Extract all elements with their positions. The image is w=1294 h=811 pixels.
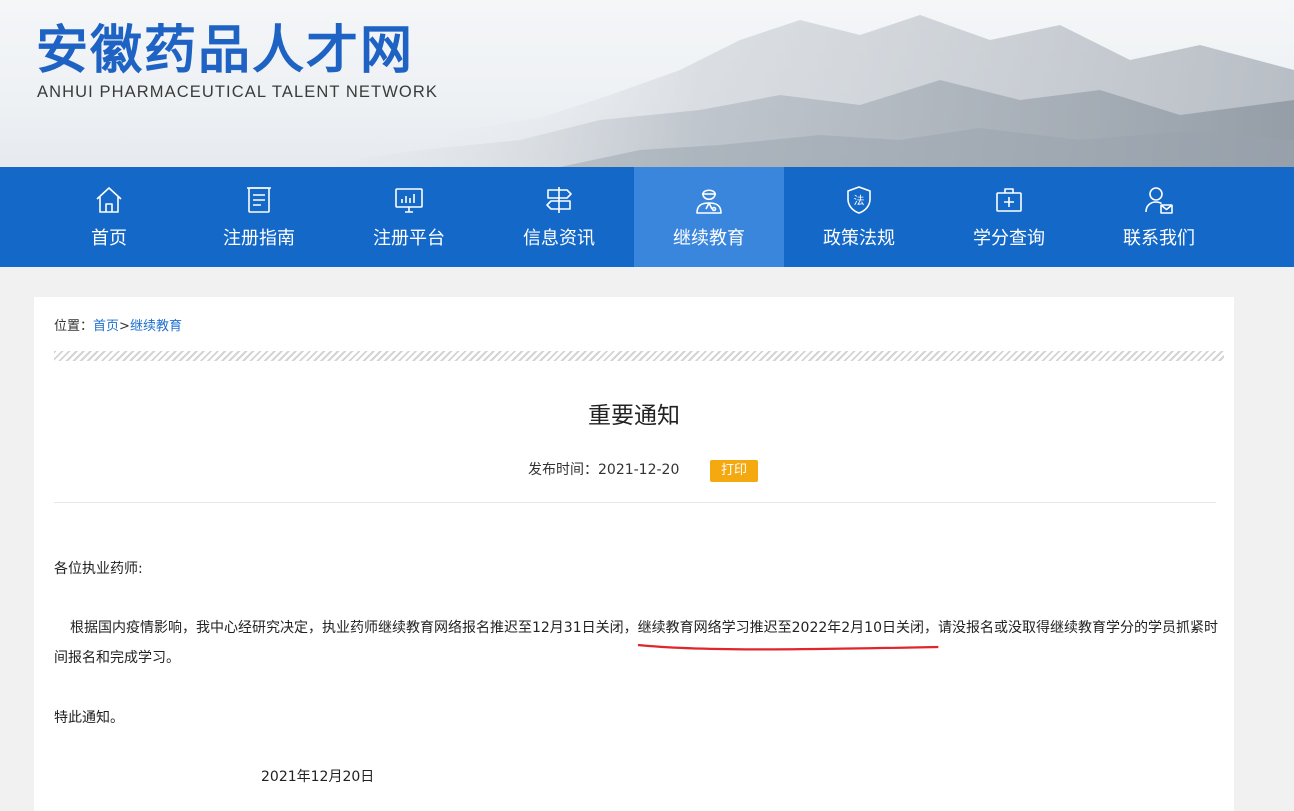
nav-item-credit-query[interactable]: 学分查询 [934, 167, 1084, 267]
nav-label: 政策法规 [823, 228, 895, 249]
nav-label: 联系我们 [1123, 228, 1195, 249]
nav-item-contact[interactable]: 联系我们 [1084, 167, 1234, 267]
site-header: 安徽药品人才网 ANHUI PHARMACEUTICAL TALENT NETW… [0, 0, 1294, 167]
nav-item-register-guide[interactable]: 注册指南 [184, 167, 334, 267]
nav-label: 信息资讯 [523, 228, 595, 249]
nav-item-policy[interactable]: 法 政策法规 [784, 167, 934, 267]
main-nav: 首页 注册指南 注册平台 信息资讯 继续教育 法 政策法规 学分查询 联系我们 [0, 167, 1294, 267]
body-highlight: 继续教育网络学习推迟至2022年2月10日关闭， [638, 620, 938, 636]
print-button[interactable]: 打印 [710, 460, 758, 482]
nav-label: 注册指南 [223, 228, 295, 249]
site-logo-title[interactable]: 安徽药品人才网 [36, 20, 414, 82]
article-closing: 特此通知。 [54, 710, 124, 726]
article-body: 根据国内疫情影响，我中心经研究决定，执业药师继续教育网络报名推迟至12月31日关… [54, 613, 1218, 673]
home-icon [93, 184, 125, 216]
meta-divider [54, 502, 1216, 503]
site-logo-subtitle: ANHUI PHARMACEUTICAL TALENT NETWORK [37, 83, 438, 101]
breadcrumb-separator: > [119, 319, 130, 334]
law-shield-icon: 法 [843, 184, 875, 216]
breadcrumb-current-link[interactable]: 继续教育 [130, 319, 182, 334]
nav-item-continuing-education[interactable]: 继续教育 [634, 167, 784, 267]
body-text-part1: 根据国内疫情影响，我中心经研究决定，执业药师继续教育网络报名推迟至12月31日关… [70, 620, 638, 636]
medical-kit-icon [993, 184, 1025, 216]
article-sign-date: 2021年12月20日 [261, 769, 375, 785]
article-title: 重要通知 [588, 403, 680, 429]
nav-item-register-platform[interactable]: 注册平台 [334, 167, 484, 267]
nav-label: 注册平台 [373, 228, 445, 249]
signpost-icon [543, 184, 575, 216]
nav-item-home[interactable]: 首页 [34, 167, 184, 267]
publish-date: 2021-12-20 [598, 462, 680, 478]
breadcrumb: 位置：首页>继续教育 [54, 319, 182, 335]
svg-text:法: 法 [854, 193, 865, 207]
nav-label: 继续教育 [673, 228, 745, 249]
red-underline-annotation [638, 642, 938, 652]
publish-time-label: 发布时间： [528, 462, 598, 478]
breadcrumb-prefix: 位置： [54, 319, 94, 334]
body-highlight-text: 继续教育网络学习推迟至2022年2月10日关闭， [637, 620, 938, 636]
monitor-chart-icon [393, 184, 425, 216]
article-greeting: 各位执业药师: [54, 561, 143, 577]
contact-user-icon [1143, 184, 1175, 216]
nav-label: 首页 [91, 228, 127, 249]
article-panel: 位置：首页>继续教育 重要通知 发布时间：2021-12-20 打印 各位执业药… [34, 297, 1234, 811]
hatched-divider [54, 351, 1224, 361]
doctor-icon [693, 184, 725, 216]
nav-item-news[interactable]: 信息资讯 [484, 167, 634, 267]
breadcrumb-home-link[interactable]: 首页 [93, 319, 119, 334]
publish-meta: 发布时间：2021-12-20 [528, 461, 679, 479]
document-icon [243, 184, 275, 216]
nav-label: 学分查询 [973, 228, 1045, 249]
